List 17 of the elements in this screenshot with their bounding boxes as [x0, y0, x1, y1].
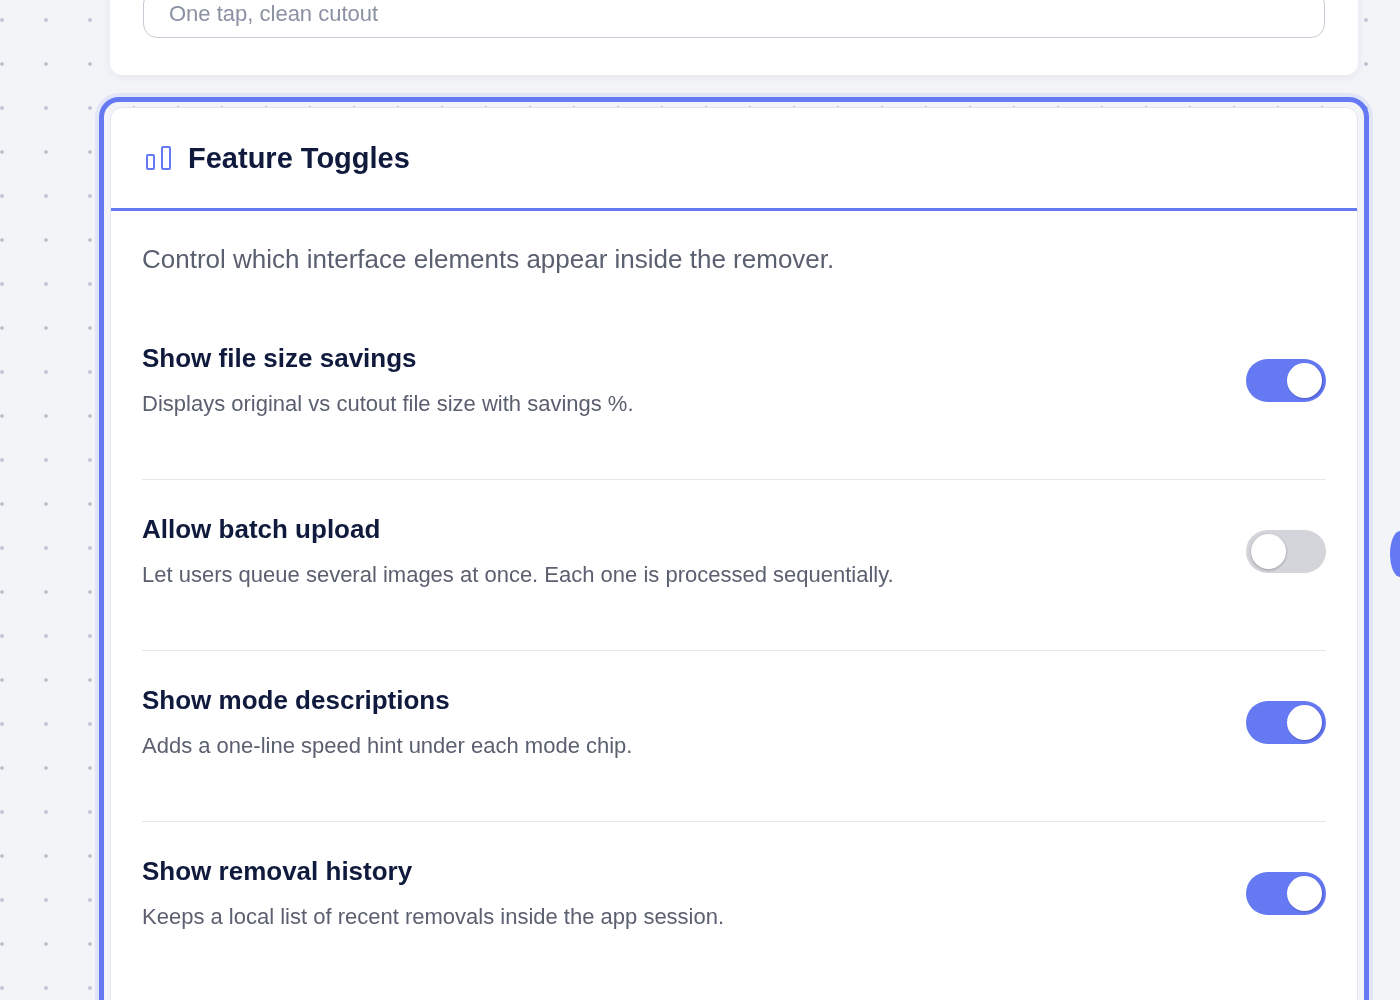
section-description: Control which interface elements appear inside the remover.	[142, 243, 836, 275]
toggle-label: Show removal history	[142, 855, 414, 887]
text-field[interactable]: One tap, clean cutout	[143, 0, 1325, 38]
floating-button[interactable]	[1390, 531, 1400, 577]
toggle-description: Displays original vs cutout file size with savings %.	[142, 390, 634, 418]
bar-chart-icon	[146, 146, 172, 170]
toggle-label: Show mode descriptions	[142, 684, 451, 716]
toggle-description: Adds a one-line speed hint under each mode chip.	[142, 732, 633, 760]
toggle-description: Let users queue several images at once. Each one is processed sequentially.	[142, 561, 894, 589]
section-title: Feature Toggles	[188, 141, 410, 175]
toggle-label: Show file size savings	[142, 342, 418, 374]
toggle-description: Keeps a local list of recent removals inside the app session.	[142, 903, 725, 931]
toggle-switch[interactable]	[1246, 701, 1326, 744]
toggle-switch[interactable]	[1246, 872, 1326, 915]
toggle-switch[interactable]	[1246, 359, 1326, 402]
toggle-switch[interactable]	[1246, 530, 1326, 573]
toggle-label: Allow batch upload	[142, 513, 382, 545]
